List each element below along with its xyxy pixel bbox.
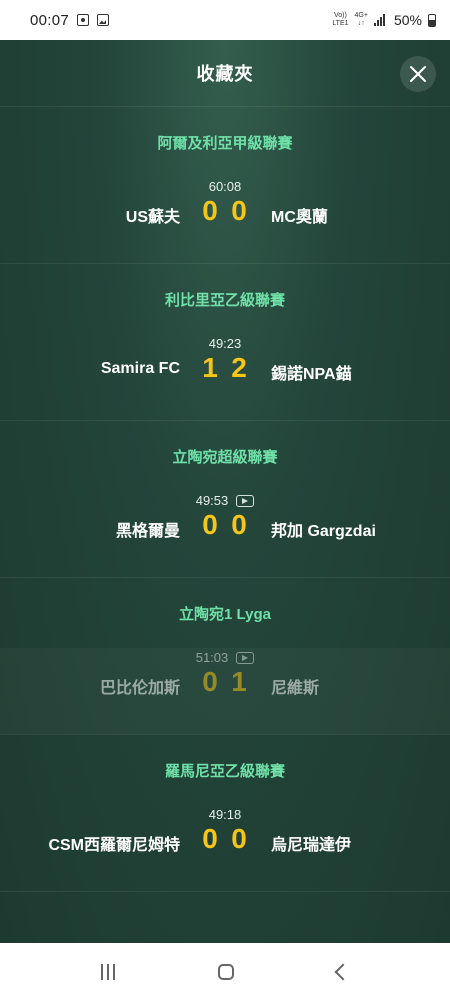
away-team-name: 錫諾NPA錨 bbox=[271, 366, 352, 383]
home-team-name: 巴比伦加斯 bbox=[99, 680, 180, 697]
close-button[interactable] bbox=[400, 56, 436, 92]
network-type-indicator: 4G+ ↓↑ bbox=[354, 12, 368, 27]
match-row[interactable]: 49:53 黑格爾曼 0 0 邦加 Gargzdai bbox=[0, 491, 450, 578]
match-time: 49:53 bbox=[195, 493, 229, 508]
away-score: 1 bbox=[231, 666, 247, 697]
away-score: 2 bbox=[231, 352, 247, 383]
match-row[interactable]: 49:18 CSM西羅爾尼姆特 0 0 烏尼瑞達伊 bbox=[0, 805, 450, 892]
panel-header: 收藏夾 bbox=[0, 40, 450, 107]
battery-icon bbox=[428, 13, 436, 27]
page-title: 收藏夾 bbox=[196, 64, 254, 84]
favorites-panel: 收藏夾 阿爾及利亞甲級聯賽 60:08 US蘇夫 0 0 MC奧蘭 利比里亞乙級聯賽 49:2… bbox=[0, 40, 450, 943]
status-indicators: Vo)) LTE1 4G+ ↓↑ 50% bbox=[332, 12, 436, 28]
away-score: 0 bbox=[231, 509, 247, 540]
away-team-name: 烏尼瑞達伊 bbox=[271, 837, 352, 854]
home-score: 0 bbox=[202, 666, 218, 697]
play-video-icon[interactable] bbox=[236, 651, 255, 664]
settings-notification-icon bbox=[77, 14, 90, 26]
away-score: 0 bbox=[231, 195, 247, 226]
back-icon[interactable] bbox=[334, 963, 352, 980]
away-score: 0 bbox=[231, 823, 247, 854]
signal-icon bbox=[373, 14, 388, 26]
away-team-name: 尼維斯 bbox=[271, 680, 320, 697]
away-team-name: MC奧蘭 bbox=[271, 209, 328, 226]
league-header[interactable]: 阿爾及利亞甲級聯賽 bbox=[0, 107, 450, 177]
match-time-row: 49:18 bbox=[0, 807, 450, 822]
gallery-notification-icon bbox=[97, 14, 110, 26]
home-team-name: CSM西羅爾尼姆特 bbox=[48, 837, 180, 854]
league-header[interactable]: 羅馬尼亞乙級聯賽 bbox=[0, 735, 450, 805]
match-time: 49:18 bbox=[208, 807, 242, 822]
home-score: 0 bbox=[202, 195, 218, 226]
match-time: 49:23 bbox=[208, 336, 242, 351]
home-score: 1 bbox=[202, 352, 218, 383]
league-header[interactable]: 利比里亞乙級聯賽 bbox=[0, 264, 450, 334]
home-score: 0 bbox=[202, 509, 218, 540]
match-time: 51:03 bbox=[195, 650, 229, 665]
match-row[interactable]: 60:08 US蘇夫 0 0 MC奧蘭 bbox=[0, 177, 450, 264]
match-row[interactable]: 51:03 巴比伦加斯 0 1 尼維斯 bbox=[0, 648, 450, 735]
match-time-row: 51:03 bbox=[0, 650, 450, 665]
match-time-row: 49:23 bbox=[0, 336, 450, 351]
home-icon[interactable] bbox=[217, 963, 234, 980]
recent-apps-icon[interactable] bbox=[101, 963, 116, 980]
match-time-row: 60:08 bbox=[0, 179, 450, 194]
away-team-name: 邦加 Gargzdai bbox=[271, 523, 376, 540]
home-team-name: 黑格爾曼 bbox=[115, 523, 180, 540]
close-icon bbox=[410, 66, 426, 82]
home-team-name: US蘇夫 bbox=[125, 209, 180, 226]
home-score: 0 bbox=[202, 823, 218, 854]
system-nav-bar bbox=[0, 943, 450, 1000]
play-video-icon[interactable] bbox=[236, 494, 255, 507]
status-time: 00:07 bbox=[30, 11, 70, 29]
home-team-name: Samira FC bbox=[100, 360, 180, 377]
league-header[interactable]: 立陶宛1 Lyga bbox=[0, 578, 450, 648]
match-time: 60:08 bbox=[208, 179, 242, 194]
match-row[interactable]: 49:23 Samira FC 1 2 錫諾NPA錨 bbox=[0, 334, 450, 421]
battery-percent: 50% bbox=[393, 12, 422, 28]
match-time-row: 49:53 bbox=[0, 493, 450, 508]
favorites-list: 阿爾及利亞甲級聯賽 60:08 US蘇夫 0 0 MC奧蘭 利比里亞乙級聯賽 49:23 Sam… bbox=[0, 107, 450, 892]
volte-indicator: Vo)) LTE1 bbox=[332, 12, 349, 27]
league-header[interactable]: 立陶宛超級聯賽 bbox=[0, 421, 450, 491]
status-bar: 00:07 Vo)) LTE1 4G+ ↓↑ 50% bbox=[0, 0, 450, 40]
